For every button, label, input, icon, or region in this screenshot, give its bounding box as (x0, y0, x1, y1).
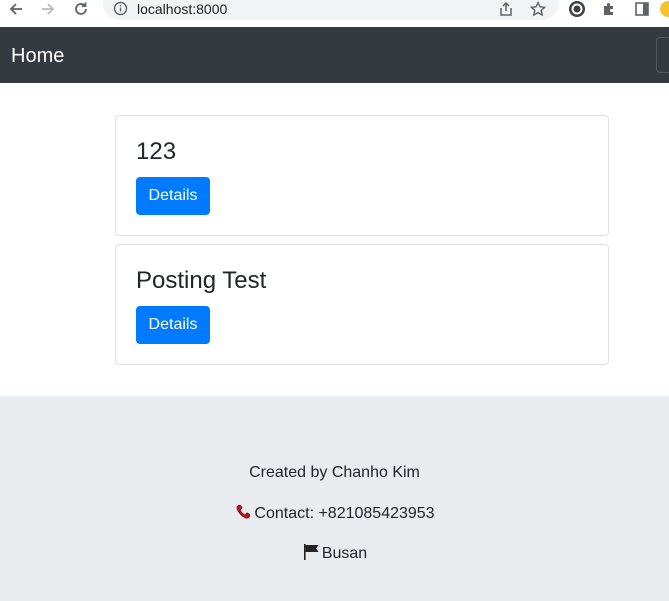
bookmark-star-icon[interactable] (528, 0, 548, 18)
footer: Created by Chanho Kim Contact: +82108542… (0, 396, 669, 601)
details-button[interactable]: Details (136, 306, 210, 344)
post-title: Posting Test (136, 267, 267, 294)
side-panel-icon[interactable] (632, 0, 652, 18)
footer-location: Busan (0, 543, 669, 567)
footer-contact: Contact: +821085423953 (0, 503, 669, 527)
post-card: 123 Details (115, 115, 609, 236)
post-title: 123 (136, 138, 177, 165)
extension-circle-icon[interactable] (567, 0, 587, 18)
browser-toolbar: localhost:8000 (0, 0, 669, 27)
navbar: Home (0, 27, 669, 83)
footer-credit: Created by Chanho Kim (249, 464, 420, 481)
share-icon[interactable] (496, 0, 516, 18)
navbar-brand-home-link[interactable]: Home (11, 44, 64, 68)
back-icon[interactable] (6, 0, 26, 18)
telephone-receiver-icon (234, 503, 254, 527)
post-card: Posting Test Details (115, 244, 609, 365)
profile-avatar-icon[interactable] (657, 0, 669, 18)
details-button[interactable]: Details (136, 177, 210, 215)
site-info-icon[interactable] (113, 1, 128, 16)
url-text[interactable]: localhost:8000 (137, 0, 227, 18)
navbar-toggler-button[interactable] (656, 37, 669, 73)
footer-location-text: Busan (321, 545, 368, 562)
black-flag-icon (302, 543, 322, 567)
extensions-puzzle-icon[interactable] (599, 0, 619, 18)
footer-contact-text: Contact: +821085423953 (254, 505, 435, 522)
reload-icon[interactable] (71, 0, 91, 18)
forward-icon[interactable] (38, 0, 58, 18)
